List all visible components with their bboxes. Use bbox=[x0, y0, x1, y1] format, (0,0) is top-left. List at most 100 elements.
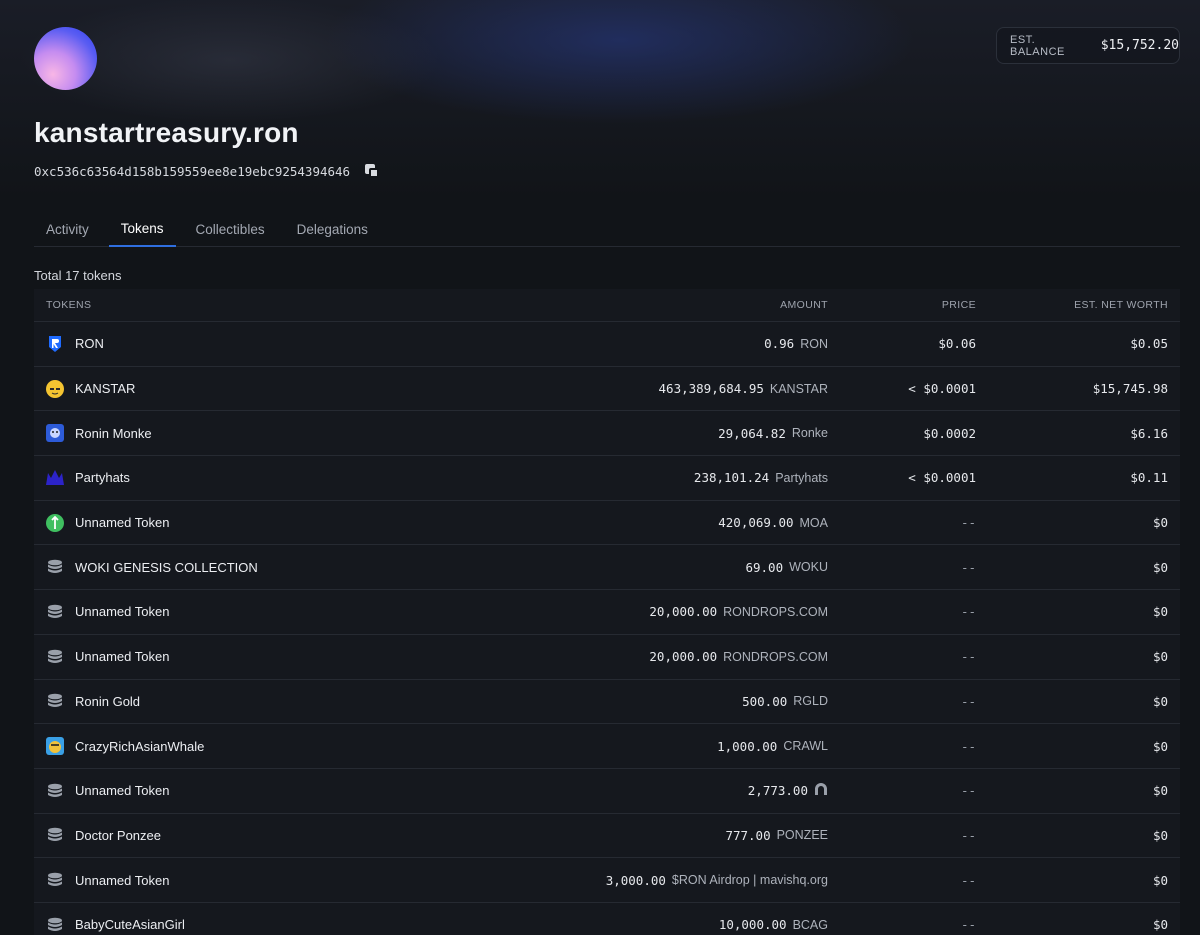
amount-cell: 69.00 WOKU bbox=[554, 560, 828, 575]
tab-tokens[interactable]: Tokens bbox=[108, 211, 176, 247]
token-amount: 29,064.82 bbox=[718, 425, 786, 441]
amount-cell: 29,064.82 Ronke bbox=[554, 426, 828, 441]
token-amount: 238,101.24 bbox=[693, 470, 770, 486]
table-row[interactable]: RON 0.96 RON $0.06 $0.05 bbox=[34, 322, 1180, 367]
token-net-worth: $0.11 bbox=[1130, 470, 1168, 486]
ronin-monke-icon bbox=[46, 424, 64, 443]
amount-cell: 463,389,684.95 KANSTAR bbox=[554, 381, 828, 396]
avatar bbox=[34, 27, 97, 90]
table-row[interactable]: Ronin Monke 29,064.82 Ronke $0.0002 $6.16 bbox=[34, 411, 1180, 457]
table-row[interactable]: Unnamed Token 3,000.00 $RON Airdrop | mav… bbox=[34, 858, 1180, 903]
token-name[interactable]: Ronin Monke bbox=[75, 426, 152, 441]
token-price: -- bbox=[960, 917, 976, 933]
tab-activity[interactable]: Activity bbox=[34, 211, 101, 247]
token-name[interactable]: Unnamed Token bbox=[75, 604, 169, 619]
token-net-worth: $0.05 bbox=[1130, 336, 1168, 352]
token-name[interactable]: Unnamed Token bbox=[75, 873, 169, 888]
token-net-worth: $0 bbox=[1152, 604, 1168, 620]
token-symbol: MOA bbox=[799, 515, 828, 530]
token-net-worth: $0 bbox=[1152, 693, 1168, 709]
token-symbol: WOKU bbox=[789, 560, 828, 575]
token-name[interactable]: Ronin Gold bbox=[75, 694, 140, 709]
table-row[interactable]: Unnamed Token 20,000.00 RONDROPS.COM -- $… bbox=[34, 634, 1180, 680]
table-row[interactable]: Ronin Gold 500.00 RGLD -- $0 bbox=[34, 679, 1180, 725]
token-cell: KANSTAR bbox=[34, 379, 554, 398]
amount-cell: 20,000.00 RONDROPS.COM bbox=[554, 649, 828, 664]
coin-stack-icon bbox=[46, 782, 64, 800]
token-cell: Unnamed Token bbox=[34, 513, 554, 532]
table-row[interactable]: Unnamed Token 2,773.00 -- $0 bbox=[34, 768, 1180, 814]
token-price: -- bbox=[960, 559, 976, 575]
amount-cell: 1,000.00 CRAWL bbox=[554, 739, 828, 754]
table-row[interactable]: WOKI GENESIS COLLECTION 69.00 WOKU -- $0 bbox=[34, 545, 1180, 591]
coin-stack-icon bbox=[46, 871, 64, 889]
table-row[interactable]: Partyhats 238,101.24 Partyhats < $0.0001 … bbox=[34, 456, 1180, 501]
token-name[interactable]: Unnamed Token bbox=[75, 515, 169, 530]
crazyrich-icon bbox=[46, 737, 64, 756]
table-row[interactable]: Unnamed Token 20,000.00 RONDROPS.COM -- $… bbox=[34, 590, 1180, 635]
token-symbol: PONZEE bbox=[776, 828, 828, 843]
token-name[interactable]: Partyhats bbox=[75, 470, 130, 485]
token-price: -- bbox=[960, 783, 976, 799]
token-price: -- bbox=[960, 515, 976, 531]
token-cell: Partyhats bbox=[34, 469, 554, 487]
partyhats-icon bbox=[46, 469, 64, 487]
token-cell: BabyCuteAsianGirl bbox=[34, 916, 554, 934]
token-name[interactable]: Unnamed Token bbox=[75, 783, 169, 798]
token-net-worth: $0 bbox=[1152, 559, 1168, 575]
token-name[interactable]: CrazyRichAsianWhale bbox=[75, 739, 204, 754]
token-symbol: Partyhats bbox=[775, 470, 828, 485]
token-amount: 2,773.00 bbox=[747, 783, 808, 799]
tab-delegations[interactable]: Delegations bbox=[285, 211, 380, 247]
token-cell: WOKI GENESIS COLLECTION bbox=[34, 558, 554, 576]
table-row[interactable]: CrazyRichAsianWhale 1,000.00 CRAWL -- $0 bbox=[34, 724, 1180, 769]
moa-icon bbox=[46, 513, 64, 532]
balance-label: EST. BALANCE bbox=[1010, 33, 1065, 58]
kanstar-icon bbox=[46, 379, 64, 398]
token-symbol: Ronke bbox=[791, 426, 828, 441]
coin-stack-icon bbox=[46, 692, 64, 710]
amount-cell: 2,773.00 bbox=[554, 782, 828, 799]
coin-stack-icon bbox=[46, 916, 64, 934]
coin-stack-icon bbox=[46, 826, 64, 844]
token-price: -- bbox=[960, 738, 976, 754]
token-amount: 1,000.00 bbox=[717, 738, 778, 754]
token-name[interactable]: RON bbox=[75, 336, 104, 351]
tokens-table: TOKENS AMOUNT PRICE EST. NET WORTH RON 0… bbox=[34, 289, 1180, 935]
token-net-worth: $0 bbox=[1152, 515, 1168, 531]
tab-collectibles[interactable]: Collectibles bbox=[184, 211, 277, 247]
token-symbol: RONDROPS.COM bbox=[723, 604, 828, 619]
page-title: kanstartreasury.ron bbox=[34, 117, 299, 148]
table-row[interactable]: BabyCuteAsianGirl 10,000.00 BCAG -- $0 bbox=[34, 902, 1180, 935]
amount-cell: 500.00 RGLD bbox=[554, 694, 828, 709]
address-row: 0xc536c63564d158b159559ee8e19ebc92543946… bbox=[34, 163, 380, 179]
token-cell: Ronin Gold bbox=[34, 692, 554, 710]
copy-icon[interactable] bbox=[364, 163, 380, 179]
token-cell: Unnamed Token bbox=[34, 871, 554, 889]
token-name[interactable]: Doctor Ponzee bbox=[75, 828, 161, 843]
wallet-address: 0xc536c63564d158b159559ee8e19ebc92543946… bbox=[34, 163, 351, 179]
table-row[interactable]: KANSTAR 463,389,684.95 KANSTAR < $0.0001 … bbox=[34, 366, 1180, 412]
token-name[interactable]: BabyCuteAsianGirl bbox=[75, 917, 185, 932]
table-row[interactable]: Unnamed Token 420,069.00 MOA -- $0 bbox=[34, 500, 1180, 546]
token-name[interactable]: WOKI GENESIS COLLECTION bbox=[75, 560, 258, 575]
coin-stack-icon bbox=[46, 558, 64, 576]
token-net-worth: $0 bbox=[1152, 783, 1168, 799]
table-row[interactable]: Doctor Ponzee 777.00 PONZEE -- $0 bbox=[34, 813, 1180, 859]
coin-stack-icon bbox=[46, 648, 64, 666]
token-price: -- bbox=[960, 604, 976, 620]
token-price: < $0.0001 bbox=[908, 381, 976, 397]
token-amount: 500.00 bbox=[742, 693, 788, 709]
token-symbol: RONDROPS.COM bbox=[723, 649, 828, 664]
table-body: RON 0.96 RON $0.06 $0.05 KANSTAR 463,389,… bbox=[34, 322, 1180, 935]
token-net-worth: $15,745.98 bbox=[1092, 381, 1168, 397]
token-name[interactable]: KANSTAR bbox=[75, 381, 135, 396]
tab-bar: Activity Tokens Collectibles Delegations bbox=[34, 211, 1180, 247]
token-amount: 0.96 bbox=[764, 336, 795, 352]
token-name[interactable]: Unnamed Token bbox=[75, 649, 169, 664]
amount-cell: 238,101.24 Partyhats bbox=[554, 470, 828, 485]
arch-icon bbox=[814, 782, 828, 799]
token-cell: CrazyRichAsianWhale bbox=[34, 737, 554, 756]
coin-stack-icon bbox=[46, 603, 64, 621]
token-cell: Unnamed Token bbox=[34, 603, 554, 621]
